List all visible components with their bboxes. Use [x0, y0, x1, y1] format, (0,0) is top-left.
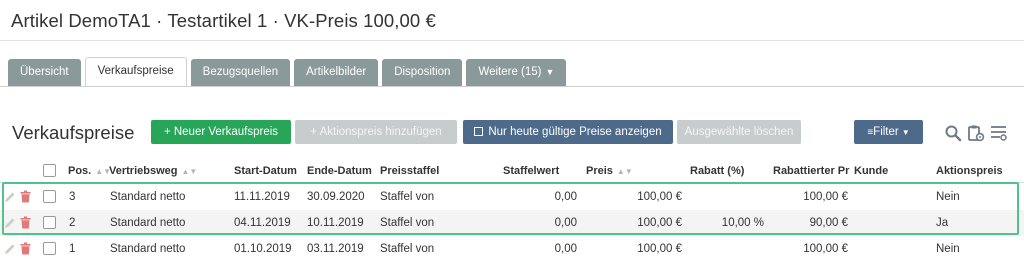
- cell-preis: 100,00 €: [637, 243, 682, 255]
- today-prices-toggle-button[interactable]: Nur heute gültige Preise anzeigen: [463, 120, 673, 144]
- header-ende-datum[interactable]: Ende-Datum: [307, 159, 372, 183]
- add-promo-price-button[interactable]: + Aktionspreis hinzufügen: [295, 120, 457, 144]
- cell-start-datum: 01.10.2019: [234, 243, 292, 255]
- delete-selected-button[interactable]: Ausgewählte löschen: [677, 120, 801, 144]
- header-rabatt[interactable]: Rabatt (%): [690, 159, 744, 183]
- pencil-icon[interactable]: [4, 243, 16, 255]
- search-icon[interactable]: [944, 124, 962, 142]
- list-settings-icon[interactable]: [990, 124, 1008, 142]
- trash-icon[interactable]: [20, 242, 31, 255]
- cell-vertriebsweg: Standard netto: [110, 243, 186, 255]
- header-preis-label: Preis: [586, 165, 613, 177]
- selection-highlight: [2, 182, 1019, 235]
- section-title: Verkaufspreise: [12, 122, 135, 143]
- tab-bezugsquellen[interactable]: Bezugsquellen: [190, 59, 291, 86]
- chevron-down-icon: ▼: [901, 128, 910, 137]
- header-vertriebsweg[interactable]: Vertriebsweg ▲▼: [109, 159, 197, 183]
- tab-weitere[interactable]: Weitere (15) ▼: [466, 59, 567, 86]
- cell-staffelwert: 0,00: [554, 243, 577, 255]
- tab-bar: Übersicht Verkaufspreise Bezugsquellen A…: [8, 57, 570, 86]
- today-prices-label: Nur heute gültige Preise anzeigen: [488, 126, 662, 138]
- header-start-datum[interactable]: Start-Datum: [234, 159, 297, 183]
- header-preis[interactable]: Preis ▲▼: [586, 159, 633, 183]
- row-checkbox[interactable]: [43, 242, 56, 255]
- header-pos[interactable]: Pos. ▲▼: [68, 159, 111, 183]
- cell-rabatt: [690, 236, 764, 262]
- header-rabattierter-preis[interactable]: Rabattierter Pr: [773, 159, 849, 183]
- sort-icon: ▲▼: [616, 167, 633, 176]
- new-price-button[interactable]: + Neuer Verkaufspreis: [151, 120, 291, 144]
- cell-preisstaffel: Staffel von: [380, 243, 435, 255]
- tab-artikelbilder[interactable]: Artikelbilder: [294, 59, 379, 86]
- header-staffelwert[interactable]: Staffelwert: [503, 159, 559, 183]
- tabs-divider: [0, 86, 1024, 87]
- cell-rabattierter-preis: 100,00 €: [803, 243, 848, 255]
- tab-disposition[interactable]: Disposition: [382, 59, 463, 86]
- table-header: Pos. ▲▼ Vertriebsweg ▲▼ Start-Datum Ende-D…: [0, 159, 1024, 183]
- tab-verkaufspreise[interactable]: Verkaufspreise: [84, 57, 187, 86]
- table-row[interactable]: 1 Standard netto 01.10.2019 03.11.2019 S…: [0, 236, 1024, 262]
- header-kunde[interactable]: Kunde: [854, 159, 888, 183]
- clipboard-settings-icon[interactable]: [967, 124, 985, 142]
- cell-ende-datum: 03.11.2019: [307, 243, 364, 255]
- header-aktionspreis[interactable]: Aktionspreis: [936, 159, 1003, 183]
- tab-weitere-label: Weitere (15): [478, 66, 542, 78]
- cell-aktionspreis: Nein: [936, 243, 960, 255]
- chevron-down-icon: ▼: [545, 67, 555, 77]
- page-title: Artikel DemoTA1 · Testartikel 1 · VK-Pre…: [11, 10, 436, 31]
- tab-uebersicht[interactable]: Übersicht: [8, 59, 81, 86]
- checkbox-icon: [474, 127, 484, 136]
- title-divider: [0, 40, 1024, 41]
- filter-button[interactable]: ≡Filter ▼: [854, 120, 923, 144]
- header-pos-label: Pos.: [68, 165, 92, 177]
- filter-label: Filter: [873, 126, 899, 138]
- cell-pos: 1: [69, 243, 76, 255]
- header-vertriebsweg-label: Vertriebsweg: [109, 165, 178, 177]
- select-all-checkbox[interactable]: [43, 164, 56, 177]
- header-preisstaffel[interactable]: Preisstaffel: [380, 159, 439, 183]
- sort-icon: ▲▼: [181, 167, 198, 176]
